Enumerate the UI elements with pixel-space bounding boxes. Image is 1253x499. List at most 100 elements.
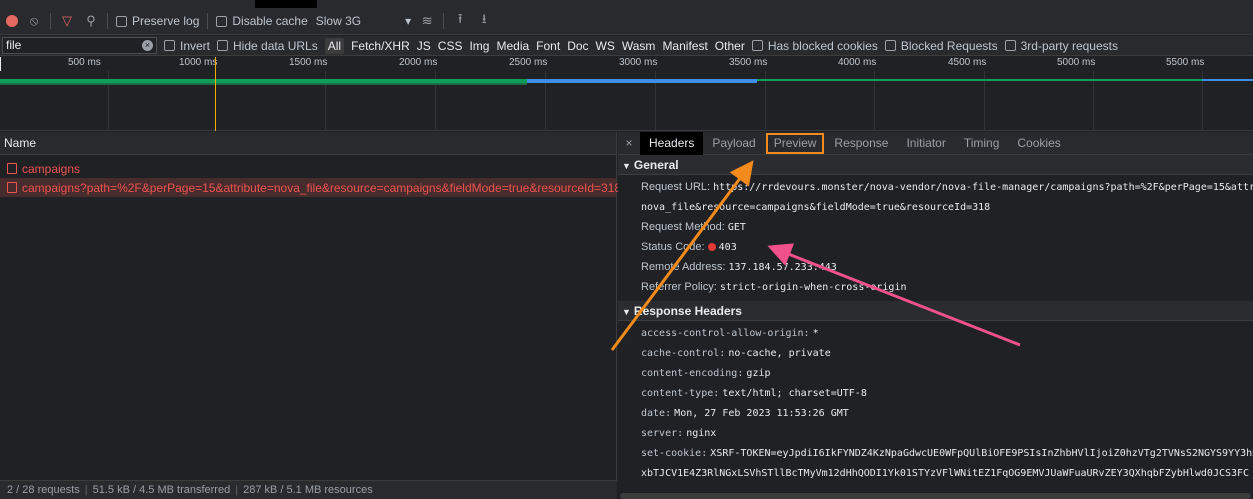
tab-cookies[interactable]: Cookies <box>1008 132 1069 155</box>
checkbox-box[interactable] <box>217 40 229 51</box>
hide-data-urls-checkbox[interactable]: Hide data URLs <box>217 39 318 53</box>
header-row: date: Mon, 27 Feb 2023 11:53:26 GMT <box>618 403 1253 423</box>
import-har-icon[interactable]: ⭱ <box>452 11 468 29</box>
status-code-label: Status Code: <box>641 241 705 253</box>
checkbox-box[interactable] <box>884 40 896 51</box>
network-conditions-icon[interactable]: ≋ <box>419 13 435 29</box>
timeline-tick: 1000 ms <box>179 57 218 68</box>
clear-filter-icon[interactable]: × <box>142 40 153 51</box>
filter-value: file <box>6 38 22 52</box>
type-filter-font[interactable]: Font <box>536 39 560 53</box>
has-blocked-cookies-checkbox[interactable]: Has blocked cookies <box>751 39 878 53</box>
header-value: no-cache, private <box>728 348 831 359</box>
invert-checkbox[interactable]: Invert <box>164 39 210 53</box>
type-filter-wasm[interactable]: Wasm <box>622 39 656 53</box>
type-filter-img[interactable]: Img <box>469 39 489 53</box>
type-filter-manifest[interactable]: Manifest <box>662 39 707 53</box>
tab-payload[interactable]: Payload <box>703 132 764 155</box>
checkbox-box[interactable] <box>751 40 763 51</box>
divider <box>50 13 51 29</box>
tab-timing[interactable]: Timing <box>955 132 1009 155</box>
details-tabs: × Headers Payload Preview Response Initi… <box>618 132 1253 155</box>
network-status-bar: 2 / 28 requests | 51.5 kB / 4.5 MB transfe… <box>0 480 617 499</box>
timeline-tick: 1500 ms <box>289 57 328 68</box>
remote-address-row: Remote Address: 137.184.57.233:443 <box>618 257 1253 277</box>
third-party-checkbox[interactable]: 3rd-party requests <box>1004 39 1118 53</box>
type-filter-all[interactable]: All <box>324 37 345 54</box>
response-headers-title: Response Headers <box>633 304 742 318</box>
divider <box>107 13 108 29</box>
triangle-down-icon: ▼ <box>622 307 631 317</box>
preserve-log-checkbox[interactable]: Preserve log <box>116 14 199 28</box>
horizontal-scrollbar[interactable] <box>620 493 1251 499</box>
waterfall-overview[interactable]: 500 ms 1000 ms 1500 ms 2000 ms 2500 ms 3… <box>0 57 1253 131</box>
header-name: set-cookie: <box>641 448 708 459</box>
header-value: gzip <box>746 368 771 379</box>
timeline-tick: 4000 ms <box>838 57 877 68</box>
filter-icon[interactable]: ▽ <box>59 13 75 29</box>
blocked-requests-checkbox[interactable]: Blocked Requests <box>884 38 998 53</box>
type-filter-media[interactable]: Media <box>496 39 529 53</box>
record-icon[interactable] <box>6 15 18 27</box>
waterfall-bar <box>0 83 527 85</box>
export-har-icon[interactable]: ⭳ <box>476 11 492 29</box>
status-separator: | <box>235 484 239 496</box>
response-headers-section-header[interactable]: ▼ Response Headers <box>618 301 1253 321</box>
checkbox-box[interactable] <box>164 40 175 51</box>
general-title: General <box>633 158 679 172</box>
document-icon <box>7 182 17 193</box>
name-column-header[interactable]: Name <box>0 132 616 155</box>
type-filter-css[interactable]: CSS <box>438 39 463 53</box>
request-url-value-cont: nova_file&resource=campaigns&fieldMode=t… <box>641 202 991 213</box>
hide-data-urls-label: Hide data URLs <box>233 38 318 53</box>
remote-address-value: 137.184.57.233:443 <box>728 262 837 273</box>
clear-icon[interactable]: ⦸ <box>26 13 42 29</box>
throttle-value: Slow 3G <box>315 14 362 28</box>
request-details: × Headers Payload Preview Response Initi… <box>618 132 1253 499</box>
preserve-log-label: Preserve log <box>132 14 200 28</box>
checkbox-box[interactable] <box>216 15 228 27</box>
tab-preview[interactable]: Preview <box>765 132 826 155</box>
header-value: XSRF-TOKEN=eyJpdiI6IkFYNDZ4KzNpaGdwcUE0W… <box>710 448 1253 459</box>
tab-initiator[interactable]: Initiator <box>897 132 954 155</box>
timeline-tick: 4500 ms <box>948 57 987 68</box>
request-count: 2 / 28 requests <box>7 484 80 496</box>
header-value: * <box>812 328 819 339</box>
timeline-tick: 2000 ms <box>399 57 438 68</box>
close-icon[interactable]: × <box>618 136 640 150</box>
tab-headers[interactable]: Headers <box>640 132 704 155</box>
timeline-tick: 3500 ms <box>729 57 768 68</box>
header-name: date: <box>641 408 672 419</box>
throttle-select[interactable]: Slow 3G ▾ <box>316 14 411 28</box>
disable-cache-checkbox[interactable]: Disable cache <box>216 14 308 28</box>
timeline-tick: 500 ms <box>68 57 101 68</box>
timeline-tick: 5000 ms <box>1057 57 1096 68</box>
type-filter-js[interactable]: JS <box>417 39 431 53</box>
type-filter-other[interactable]: Other <box>715 39 745 53</box>
header-name: access-control-allow-origin: <box>641 328 810 339</box>
waterfall-bar <box>757 79 1202 81</box>
header-row: cache-control: no-cache, private <box>618 343 1253 363</box>
request-row[interactable]: campaigns <box>0 159 616 178</box>
header-row: content-type: text/html; charset=UTF-8 <box>618 383 1253 403</box>
status-dot-icon <box>707 243 716 251</box>
timeline-tick: 3000 ms <box>619 57 658 68</box>
request-row-selected[interactable]: campaigns?path=%2F&perPage=15&attribute=… <box>0 178 621 197</box>
divider <box>207 13 209 29</box>
tab-response[interactable]: Response <box>825 132 897 155</box>
type-filter-ws[interactable]: WS <box>596 39 615 53</box>
blocked-requests-label: Blocked Requests <box>900 38 998 53</box>
status-separator: | <box>84 484 88 496</box>
header-name: content-type: <box>641 388 720 399</box>
type-filter-doc[interactable]: Doc <box>567 39 588 53</box>
chevron-down-icon: ▾ <box>405 14 412 28</box>
checkbox-box[interactable] <box>1004 40 1016 51</box>
remote-address-label: Remote Address: <box>641 261 726 273</box>
waterfall-bar <box>527 79 757 83</box>
filter-input[interactable]: file × <box>2 37 157 54</box>
general-section-header[interactable]: ▼ General <box>618 155 1253 175</box>
type-filter-fetch-xhr[interactable]: Fetch/XHR <box>351 39 410 53</box>
checkbox-box[interactable] <box>116 15 127 27</box>
search-icon[interactable]: ⚲ <box>83 13 99 29</box>
general-section: Request URL: https://rrdevours.monster/n… <box>618 175 1253 297</box>
